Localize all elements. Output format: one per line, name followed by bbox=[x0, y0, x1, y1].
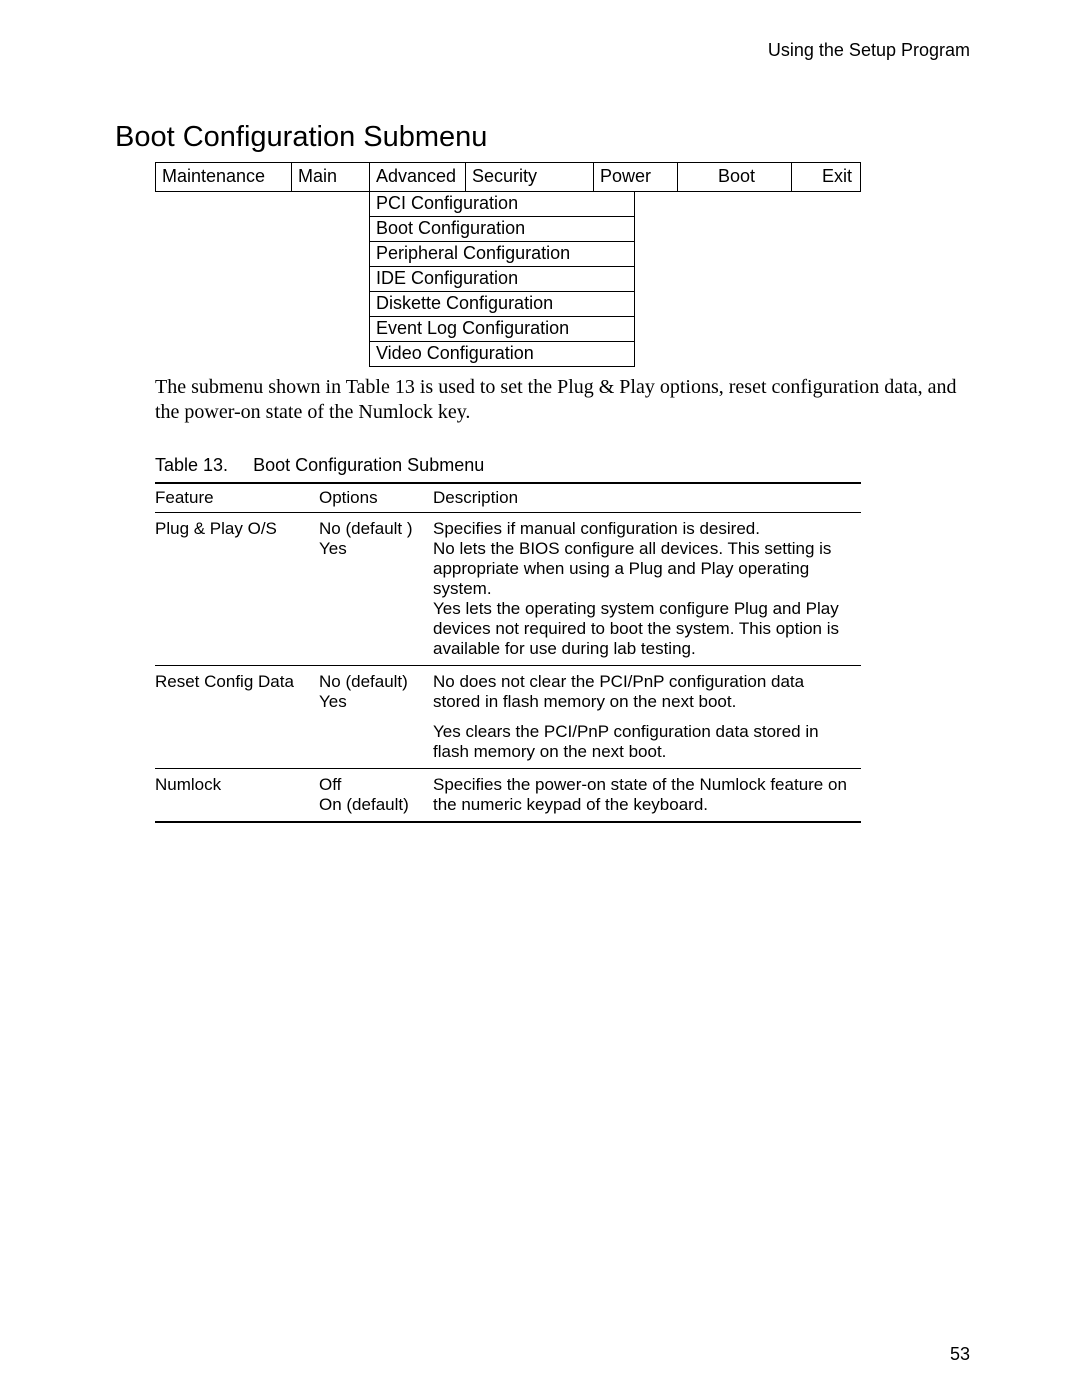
cell-feature: Plug & Play O/S bbox=[155, 513, 319, 666]
description-line: Specifies the power-on state of the Numl… bbox=[433, 775, 853, 815]
option-value: No (default ) bbox=[319, 519, 425, 539]
cell-description: Specifies the power-on state of the Numl… bbox=[433, 769, 861, 823]
table-row: Numlock Off On (default) Specifies the p… bbox=[155, 769, 861, 823]
cell-description: Specifies if manual configuration is des… bbox=[433, 513, 861, 666]
submenu-item: Diskette Configuration bbox=[370, 292, 634, 317]
cell-description: No does not clear the PCI/PnP configurat… bbox=[433, 666, 861, 769]
submenu-item: Event Log Configuration bbox=[370, 317, 634, 342]
description-line: Yes lets the operating system configure … bbox=[433, 599, 853, 659]
tab-security: Security bbox=[466, 163, 594, 191]
th-description: Description bbox=[433, 483, 861, 513]
tab-exit: Exit bbox=[792, 163, 860, 191]
tab-power: Power bbox=[594, 163, 678, 191]
table-row: Plug & Play O/S No (default ) Yes Specif… bbox=[155, 513, 861, 666]
table-caption: Table 13. Boot Configuration Submenu bbox=[155, 455, 970, 476]
bios-top-tabs: Maintenance Main Advanced Security Power… bbox=[155, 162, 861, 192]
running-header: Using the Setup Program bbox=[115, 40, 970, 61]
table-row: Reset Config Data No (default) Yes No do… bbox=[155, 666, 861, 769]
page: Using the Setup Program Boot Configurati… bbox=[0, 0, 1080, 1397]
table-caption-label: Table 13. bbox=[155, 455, 228, 475]
description-line: Yes clears the PCI/PnP configuration dat… bbox=[433, 722, 853, 762]
option-value: Yes bbox=[319, 692, 425, 712]
tab-boot: Boot bbox=[678, 163, 792, 191]
cell-feature: Reset Config Data bbox=[155, 666, 319, 769]
submenu-item: Boot Configuration bbox=[370, 217, 634, 242]
option-value: Yes bbox=[319, 539, 425, 559]
cell-options: No (default) Yes bbox=[319, 666, 433, 769]
page-title: Boot Configuration Submenu bbox=[115, 121, 970, 154]
option-value: Off bbox=[319, 775, 425, 795]
th-options: Options bbox=[319, 483, 433, 513]
description-line: No lets the BIOS configure all devices. … bbox=[433, 539, 853, 599]
description-line: No does not clear the PCI/PnP configurat… bbox=[433, 672, 853, 712]
tab-maintenance: Maintenance bbox=[156, 163, 292, 191]
submenu-item: PCI Configuration bbox=[370, 192, 634, 217]
submenu-item: Video Configuration bbox=[370, 342, 634, 366]
bios-submenu: PCI Configuration Boot Configuration Per… bbox=[369, 192, 635, 367]
option-value: No (default) bbox=[319, 672, 425, 692]
submenu-item: IDE Configuration bbox=[370, 267, 634, 292]
tab-advanced: Advanced bbox=[370, 163, 466, 191]
page-number: 53 bbox=[950, 1344, 970, 1365]
cell-feature: Numlock bbox=[155, 769, 319, 823]
body-paragraph: The submenu shown in Table 13 is used to… bbox=[155, 375, 970, 425]
cell-options: Off On (default) bbox=[319, 769, 433, 823]
tab-main: Main bbox=[292, 163, 370, 191]
boot-config-table: Feature Options Description Plug & Play … bbox=[155, 482, 861, 823]
table-caption-title: Boot Configuration Submenu bbox=[253, 455, 484, 475]
option-value: On (default) bbox=[319, 795, 425, 815]
submenu-item: Peripheral Configuration bbox=[370, 242, 634, 267]
th-feature: Feature bbox=[155, 483, 319, 513]
bios-menu: Maintenance Main Advanced Security Power… bbox=[155, 162, 970, 367]
description-line: Specifies if manual configuration is des… bbox=[433, 519, 853, 539]
cell-options: No (default ) Yes bbox=[319, 513, 433, 666]
table-header-row: Feature Options Description bbox=[155, 483, 861, 513]
